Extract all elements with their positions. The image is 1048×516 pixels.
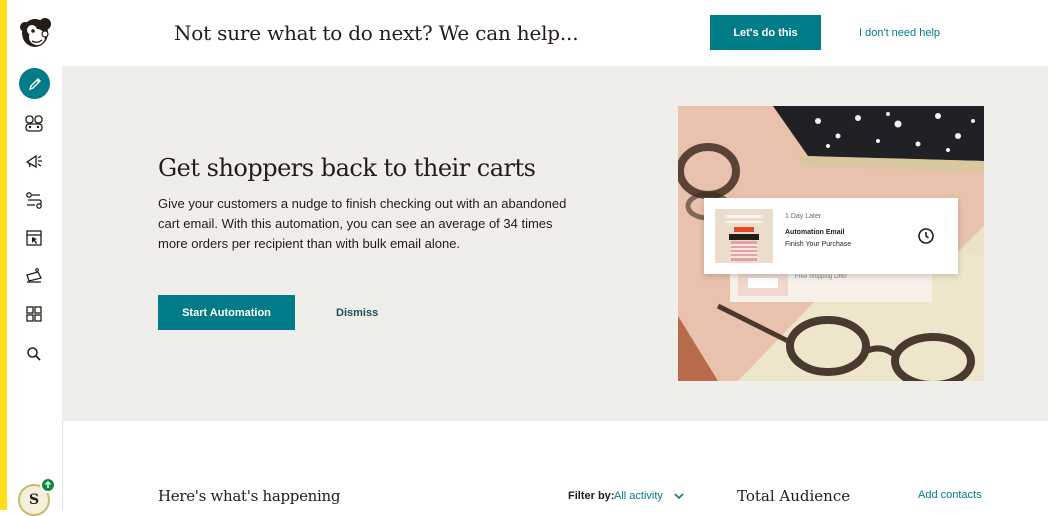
filter-label: Filter by:: [568, 490, 615, 502]
sidebar-item-audience[interactable]: [20, 109, 48, 137]
card-delay: 1 Day Later: [785, 213, 822, 220]
clock-icon: [918, 228, 934, 244]
upgrade-badge-icon[interactable]: [40, 477, 56, 493]
lets-do-this-button[interactable]: Let's do this: [710, 15, 821, 50]
activity-title: Here's what's happening: [158, 487, 341, 505]
sidebar: S: [7, 0, 63, 516]
audience-icon: [25, 115, 43, 132]
sidebar-item-create[interactable]: [19, 68, 50, 99]
sidebar-item-content[interactable]: [20, 262, 48, 290]
add-contacts-link[interactable]: Add contacts: [918, 489, 982, 501]
mailchimp-logo-icon[interactable]: [16, 13, 54, 51]
hero-title: Get shoppers back to their carts: [158, 154, 536, 182]
secondary-card-text: Free Shipping Offer: [795, 274, 848, 280]
dismiss-link[interactable]: Dismiss: [336, 307, 378, 319]
pencil-icon: [28, 77, 41, 90]
automation-email-card: 1 Day Later Automation Email Finish Your…: [704, 198, 958, 274]
email-thumbnail: [715, 209, 773, 263]
avatar-initial: S: [28, 492, 40, 508]
chevron-down-icon[interactable]: [673, 490, 685, 502]
sidebar-item-automations[interactable]: [20, 186, 48, 214]
sidebar-item-campaigns[interactable]: [20, 147, 48, 175]
total-audience-title: Total Audience: [737, 487, 851, 505]
search-icon: [27, 347, 41, 361]
dont-need-help-link[interactable]: I don't need help: [859, 27, 940, 39]
start-automation-button[interactable]: Start Automation: [158, 295, 295, 330]
hero-illustration: Free Shipping Offer 1 Day Later Automati…: [678, 106, 984, 381]
activity-filter-select[interactable]: All activity: [614, 490, 663, 502]
sidebar-item-website[interactable]: [20, 224, 48, 252]
content-studio-icon: [26, 268, 42, 283]
megaphone-icon: [25, 154, 42, 169]
hero-promo: Get shoppers back to their carts Give yo…: [62, 66, 1048, 421]
automations-icon: [26, 192, 42, 209]
integrations-grid-icon: [26, 306, 42, 322]
sidebar-item-search[interactable]: [20, 340, 48, 368]
help-banner: Not sure what to do next? We can help...…: [62, 0, 1048, 67]
card-subtitle: Finish Your Purchase: [785, 241, 852, 248]
help-prompt: Not sure what to do next? We can help...: [174, 21, 579, 45]
website-icon: [26, 230, 42, 246]
hero-description: Give your customers a nudge to finish ch…: [158, 196, 567, 251]
left-accent-strip: [0, 0, 7, 510]
sidebar-item-integrations[interactable]: [20, 300, 48, 328]
card-title: Automation Email: [785, 229, 845, 236]
